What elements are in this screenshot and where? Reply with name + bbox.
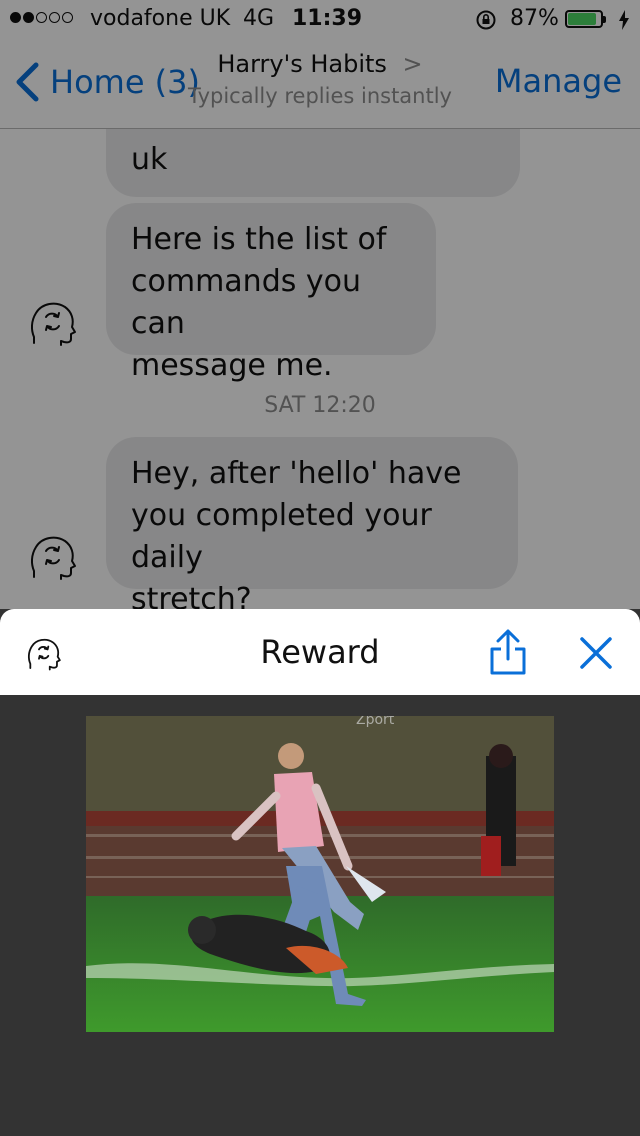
reward-gif-image: Zport <box>86 716 554 1032</box>
svg-text:Zport: Zport <box>356 716 395 728</box>
sheet-title: Reward <box>260 633 380 671</box>
close-icon[interactable] <box>578 635 614 671</box>
modal-backdrop[interactable] <box>0 0 640 609</box>
reward-sheet: Reward Zport <box>0 609 640 1136</box>
share-icon[interactable] <box>488 627 528 677</box>
sheet-header: Reward <box>0 609 640 695</box>
